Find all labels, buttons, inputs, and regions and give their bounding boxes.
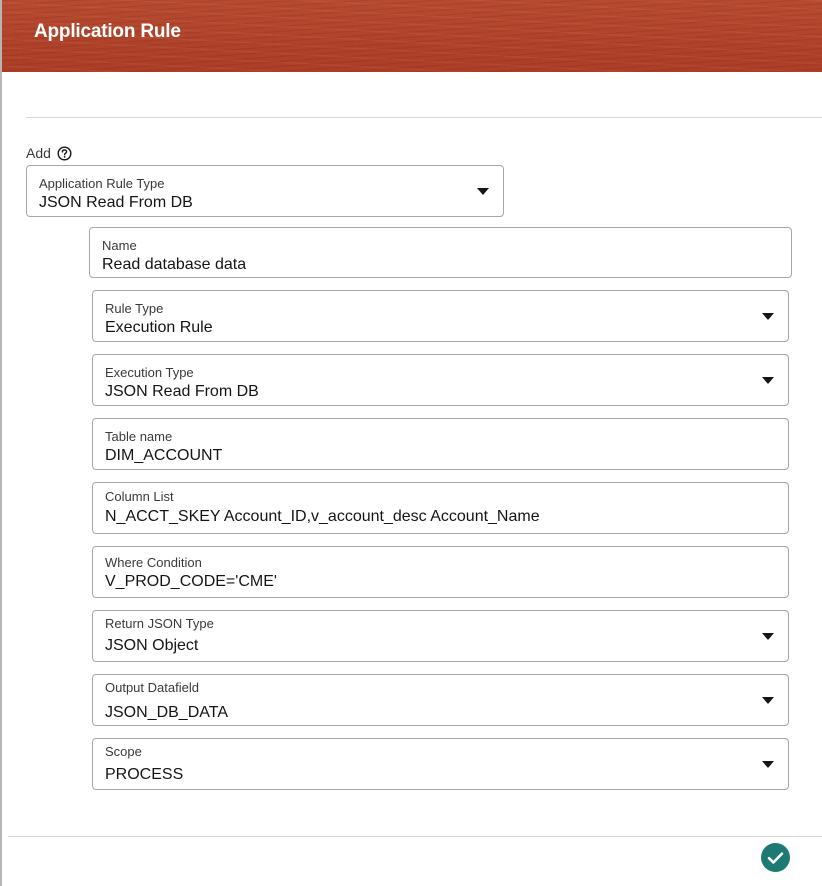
output-datafield-label: Output Datafield (105, 680, 199, 695)
execution-type-value: JSON Read From DB (105, 383, 259, 400)
table-name-label: Table name (105, 429, 173, 444)
output-datafield-select[interactable]: Output Datafield JSON_DB_DATA (92, 674, 789, 726)
scope-label: Scope (105, 744, 142, 759)
name-value: Read database data (102, 256, 247, 273)
footer-divider (8, 836, 822, 837)
rule-type-label: Rule Type (105, 301, 164, 316)
return-json-type-select[interactable]: Return JSON Type JSON Object (92, 610, 789, 662)
rule-type-select[interactable]: Rule Type Execution Rule (92, 290, 789, 342)
chevron-down-icon[interactable] (762, 697, 774, 704)
application-rule-type-label: Application Rule Type (39, 176, 165, 191)
where-condition-field[interactable]: Where Condition V_PROD_CODE='CME' (92, 546, 789, 598)
scope-value: PROCESS (105, 766, 184, 783)
name-label: Name (102, 238, 137, 253)
return-json-type-label: Return JSON Type (105, 616, 214, 631)
page-title: Application Rule (34, 21, 181, 42)
chevron-down-icon[interactable] (762, 761, 774, 768)
chevron-down-icon[interactable] (762, 377, 774, 384)
name-field[interactable]: Name Read database data (89, 227, 792, 278)
confirm-button[interactable] (761, 843, 790, 872)
rule-type-value: Execution Rule (105, 319, 213, 336)
where-condition-label: Where Condition (105, 555, 202, 570)
help-circle-icon[interactable] (57, 145, 72, 161)
column-list-field[interactable]: Column List N_ACCT_SKEY Account_ID,v_acc… (92, 482, 789, 534)
where-condition-value: V_PROD_CODE='CME' (105, 573, 277, 590)
column-list-value: N_ACCT_SKEY Account_ID,v_account_desc Ac… (105, 508, 540, 525)
application-rule-type-value: JSON Read From DB (39, 194, 193, 211)
top-divider (26, 117, 822, 118)
scope-select[interactable]: Scope PROCESS (92, 738, 789, 790)
execution-type-select[interactable]: Execution Type JSON Read From DB (92, 354, 789, 406)
window-edge (0, 0, 2, 886)
return-json-type-value: JSON Object (105, 637, 199, 654)
column-list-label: Column List (105, 489, 174, 504)
add-section-header: Add (26, 145, 72, 161)
page-header: Application Rule (2, 0, 822, 72)
checkmark-icon (767, 851, 784, 864)
execution-type-label: Execution Type (105, 365, 194, 380)
output-datafield-value: JSON_DB_DATA (105, 704, 228, 721)
chevron-down-icon[interactable] (477, 188, 489, 195)
table-name-value: DIM_ACCOUNT (105, 447, 223, 464)
chevron-down-icon[interactable] (762, 313, 774, 320)
application-rule-type-select[interactable]: Application Rule Type JSON Read From DB (26, 165, 504, 217)
table-name-field[interactable]: Table name DIM_ACCOUNT (92, 418, 789, 470)
chevron-down-icon[interactable] (762, 633, 774, 640)
add-label: Add (26, 145, 51, 161)
